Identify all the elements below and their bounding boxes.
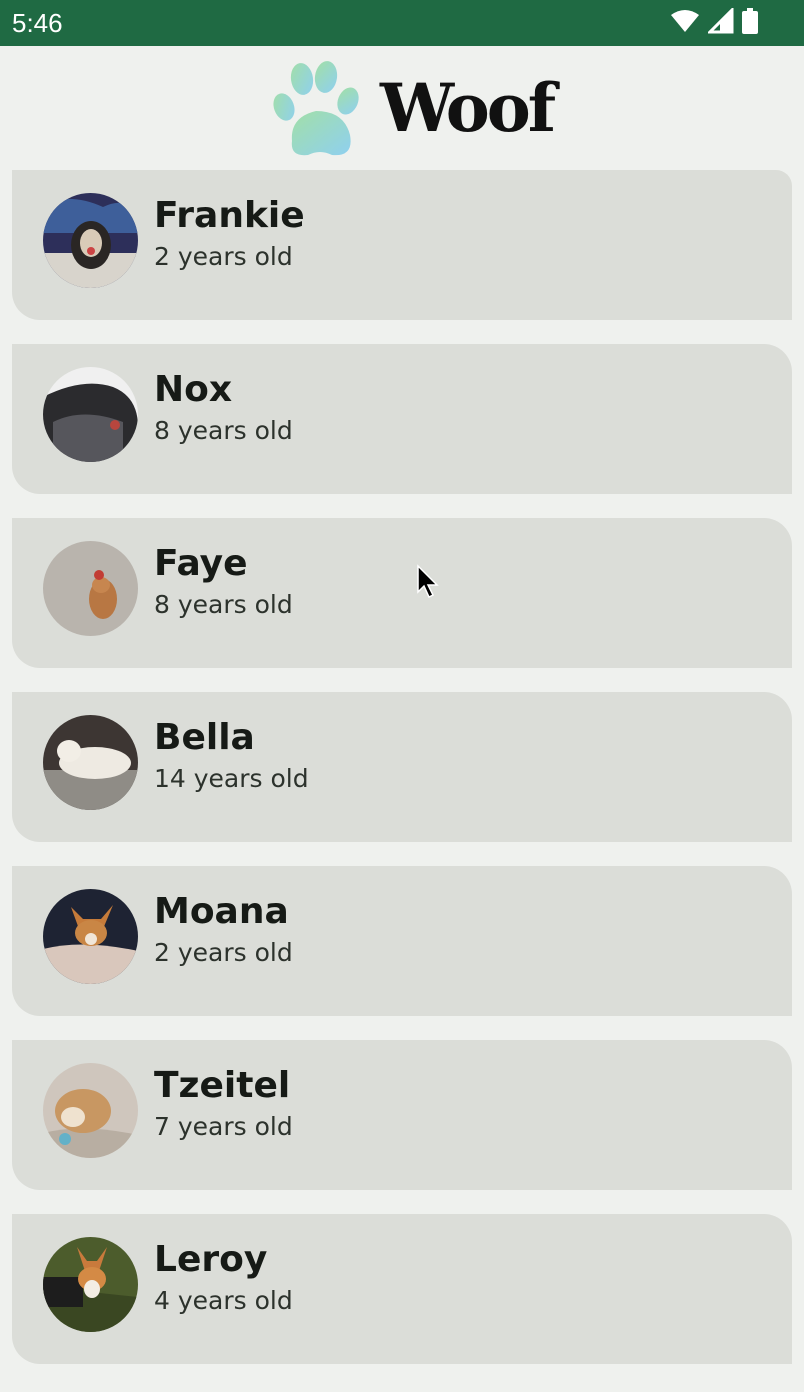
status-time: 5:46 [12, 8, 63, 38]
dog-card[interactable]: Faye 8 years old [12, 518, 792, 668]
dog-photo [43, 541, 138, 636]
app-title: Woof [380, 69, 556, 147]
dog-name: Leroy [154, 1239, 268, 1280]
mouse-cursor-icon [416, 564, 440, 600]
dog-card[interactable]: Bella 14 years old [12, 692, 792, 842]
status-icons [670, 6, 758, 38]
dog-card[interactable]: Nox 8 years old [12, 344, 792, 494]
status-bar: 5:46 [0, 0, 804, 46]
app-bar: Woof [0, 46, 804, 170]
dog-card[interactable]: Moana 2 years old [12, 866, 792, 1016]
dog-age: 7 years old [154, 1112, 293, 1141]
dog-age: 2 years old [154, 938, 293, 967]
dog-age: 8 years old [154, 590, 293, 619]
battery-icon [742, 8, 758, 38]
dog-age: 2 years old [154, 242, 293, 271]
dog-card[interactable]: Tzeitel 7 years old [12, 1040, 792, 1190]
dog-name: Bella [154, 717, 255, 758]
dog-name: Moana [154, 891, 289, 932]
dog-card[interactable]: Frankie 2 years old [12, 170, 792, 320]
dog-name: Tzeitel [154, 1065, 291, 1106]
dog-age: 14 years old [154, 764, 309, 793]
dog-name: Frankie [154, 195, 305, 236]
paw-icon [272, 61, 364, 157]
dog-name: Nox [154, 369, 233, 410]
dog-list[interactable]: Frankie 2 years old Nox 8 years old Faye… [12, 170, 792, 1388]
dog-name: Faye [154, 543, 248, 584]
dog-photo [43, 367, 138, 462]
cellular-signal-icon [706, 6, 734, 38]
dog-age: 4 years old [154, 1286, 293, 1315]
dog-photo [43, 889, 138, 984]
dog-card[interactable]: Leroy 4 years old [12, 1214, 792, 1364]
wifi-icon [670, 9, 700, 37]
dog-photo [43, 715, 138, 810]
dog-photo [43, 193, 138, 288]
dog-age: 8 years old [154, 416, 293, 445]
dog-photo [43, 1063, 138, 1158]
dog-photo [43, 1237, 138, 1332]
